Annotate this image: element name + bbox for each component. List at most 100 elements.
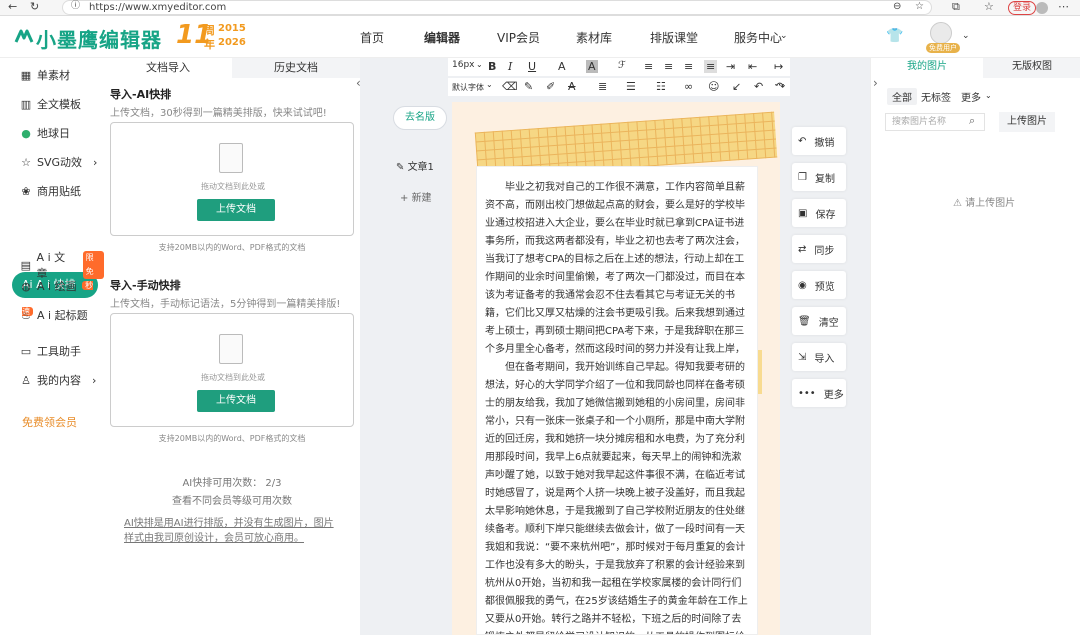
manual-dropzone[interactable]: 拖动文档到此处或 上传文档 [110, 313, 354, 427]
filter-more[interactable]: 更多 [961, 89, 981, 104]
view-member-levels[interactable]: 查看不同会员等级可用次数 [110, 492, 354, 507]
font-color-icon[interactable]: A [558, 60, 566, 73]
align-center-icon[interactable]: ≡ [664, 60, 673, 73]
search-icon[interactable]: ⌕ [969, 114, 975, 128]
document-icon [219, 143, 243, 173]
earth-icon: ● [21, 126, 31, 140]
upload-image-button[interactable]: 上传图片 [999, 112, 1055, 132]
sidebar-item-svg[interactable]: ☆ SVG动效 › [20, 154, 97, 170]
tab-my-images[interactable]: 我的图片 [871, 58, 983, 78]
upload-doc-button[interactable]: 上传文档 [197, 199, 275, 221]
justify-icon[interactable]: ≡ [704, 60, 718, 73]
avatar[interactable] [930, 22, 952, 44]
import-icon: ⇲ [798, 351, 807, 363]
strikethrough-icon[interactable]: A [568, 80, 576, 93]
sidebar-item-ai-article[interactable]: ▤ A i 文章 限免 [20, 249, 104, 281]
new-article-button[interactable]: + 新建 [400, 189, 432, 204]
login-button[interactable]: 登录 [1008, 1, 1037, 15]
link-icon[interactable]: ∞ [684, 80, 693, 93]
emoji-icon[interactable]: ☺ [708, 80, 719, 93]
format-icon[interactable]: ℱ [618, 60, 626, 71]
import-tabs: 文档导入 历史文档 [104, 58, 360, 78]
free-member-link[interactable]: 免费领会员 [22, 414, 77, 430]
nav-materials[interactable]: 素材库 [576, 29, 612, 46]
nav-home[interactable]: 首页 [360, 29, 384, 46]
save-button[interactable]: ▣ 保存 [792, 199, 846, 227]
filter-all[interactable]: 全部 [887, 88, 917, 105]
sidebar-item-stickers[interactable]: ❀ 商用贴纸 [20, 183, 81, 199]
favorites-icon[interactable]: ☆ [984, 0, 994, 13]
paragraph[interactable]: 但在备考期间，我开始训练自己早起。得知我要考研的想法，好心的大学同学介绍了一位和… [485, 359, 751, 634]
sidebar-item-tools[interactable]: ▭ 工具助手 [20, 343, 81, 359]
align-left-icon[interactable]: ≡ [644, 60, 653, 73]
preview-button[interactable]: ◉ 预览 [792, 271, 846, 299]
refresh-icon[interactable]: ↻ [30, 0, 39, 13]
more-tools-icon[interactable]: ⋯ [774, 78, 785, 91]
outdent-icon[interactable]: ⇤ [748, 60, 757, 73]
line-height-icon[interactable]: ≣ [598, 80, 607, 93]
sidebar-item-my-content[interactable]: ♙ 我的内容 › [20, 372, 96, 388]
more-button[interactable]: ••• 更多 [792, 379, 846, 407]
nav-service[interactable]: 服务中心 [734, 29, 782, 46]
paint-icon[interactable]: ✐ [546, 80, 555, 93]
sidebar-item-materials[interactable]: ▦ 单素材 [20, 67, 70, 83]
address-bar[interactable]: ⓘ https://www.xmyeditor.com ⊖ ☆ [62, 0, 932, 15]
collapse-right-icon[interactable]: › [873, 76, 878, 90]
sync-button[interactable]: ⇄ 同步 [792, 235, 846, 263]
tab-doc-import[interactable]: 文档导入 [104, 58, 232, 78]
spacing-icon[interactable]: ☰ [626, 80, 636, 93]
chevron-down-icon[interactable]: ⌄ [486, 80, 493, 89]
list-icon[interactable]: ☷ [656, 80, 666, 93]
copy-button[interactable]: ❐ 复制 [792, 163, 846, 191]
eraser-icon[interactable]: ⌫ [502, 80, 518, 93]
star-icon[interactable]: ☆ [915, 2, 924, 12]
article-body[interactable]: 毕业之初我对自己的工作很不满意，工作内容简单且薪资不高，而刚出校门想做起点高的财… [476, 166, 758, 635]
tshirt-icon[interactable]: 👕 [886, 28, 903, 44]
chevron-down-icon[interactable]: ⌄ [985, 91, 992, 100]
sidebar-item-earth-day[interactable]: ● 地球日 [20, 125, 70, 141]
profile-icon[interactable] [1036, 2, 1048, 14]
font-family-select[interactable]: 默认字体 [452, 82, 484, 93]
ai-note: AI快排是用AI进行排版，并没有生成图片，图片 样式由我司原创设计，会员可放心商… [124, 518, 334, 544]
align-right-icon[interactable]: ≡ [684, 60, 693, 73]
bold-icon[interactable]: B [488, 60, 496, 73]
chevron-down-icon[interactable]: ⌄ [476, 60, 483, 69]
menu-icon[interactable]: ⋯ [1058, 0, 1069, 13]
tab-free-images[interactable]: 无版权图 [983, 58, 1080, 78]
tab-history[interactable]: 历史文档 [232, 58, 360, 78]
nav-editor[interactable]: 编辑器 [424, 29, 460, 46]
template-icon: ▥ [20, 97, 32, 111]
extensions-icon[interactable]: ⧉ [952, 0, 960, 14]
back-icon[interactable]: ← [8, 0, 17, 13]
brush-icon[interactable]: ✎ [524, 80, 533, 93]
chevron-down-icon[interactable]: ⌄ [780, 31, 788, 41]
draft-button[interactable]: 去名版 [393, 106, 447, 130]
undo-button[interactable]: ↶ 撤销 [792, 127, 846, 155]
sidebar-item-templates[interactable]: ▥ 全文模板 [20, 96, 81, 112]
highlight-icon[interactable]: A [586, 60, 598, 73]
free-user-badge: 免费用户 [926, 43, 960, 53]
nav-vip[interactable]: VIP会员 [497, 29, 540, 46]
logo-text[interactable]: 小墨鹰编辑器 [36, 24, 162, 53]
account-chevron-icon[interactable]: ⌄ [962, 31, 970, 41]
undo-icon[interactable]: ↶ [754, 80, 763, 93]
sidebar-item-ai-paint[interactable]: ◍ A i 绘画 [20, 278, 76, 294]
sidebar-item-ai-title[interactable]: ♨ A i 起标题 [20, 307, 88, 323]
filter-untagged[interactable]: 无标签 [921, 89, 951, 104]
logo-icon[interactable] [14, 26, 34, 46]
italic-icon[interactable]: I [508, 60, 512, 73]
paragraph[interactable]: 毕业之初我对自己的工作很不满意，工作内容简单且薪资不高，而刚出校门想做起点高的财… [485, 179, 751, 359]
palette-icon: ◍ [21, 279, 31, 293]
nav-course[interactable]: 排版课堂 [650, 29, 698, 46]
arrow-icon[interactable]: ↙ [732, 80, 741, 93]
ai-dropzone[interactable]: 拖动文档到此处或 上传文档 [110, 122, 354, 236]
font-size-select[interactable]: 16px [452, 60, 475, 70]
zoom-icon[interactable]: ⊖ [893, 2, 901, 12]
insert-icon[interactable]: ↦ [774, 60, 783, 73]
underline-icon[interactable]: U [528, 60, 536, 73]
article-item[interactable]: ✎ 文章1 [396, 158, 434, 173]
import-button[interactable]: ⇲ 导入 [792, 343, 846, 371]
indent-icon[interactable]: ⇥ [726, 60, 735, 73]
upload-doc-button[interactable]: 上传文档 [197, 390, 275, 412]
clear-button[interactable]: 🗑 清空 [792, 307, 846, 335]
